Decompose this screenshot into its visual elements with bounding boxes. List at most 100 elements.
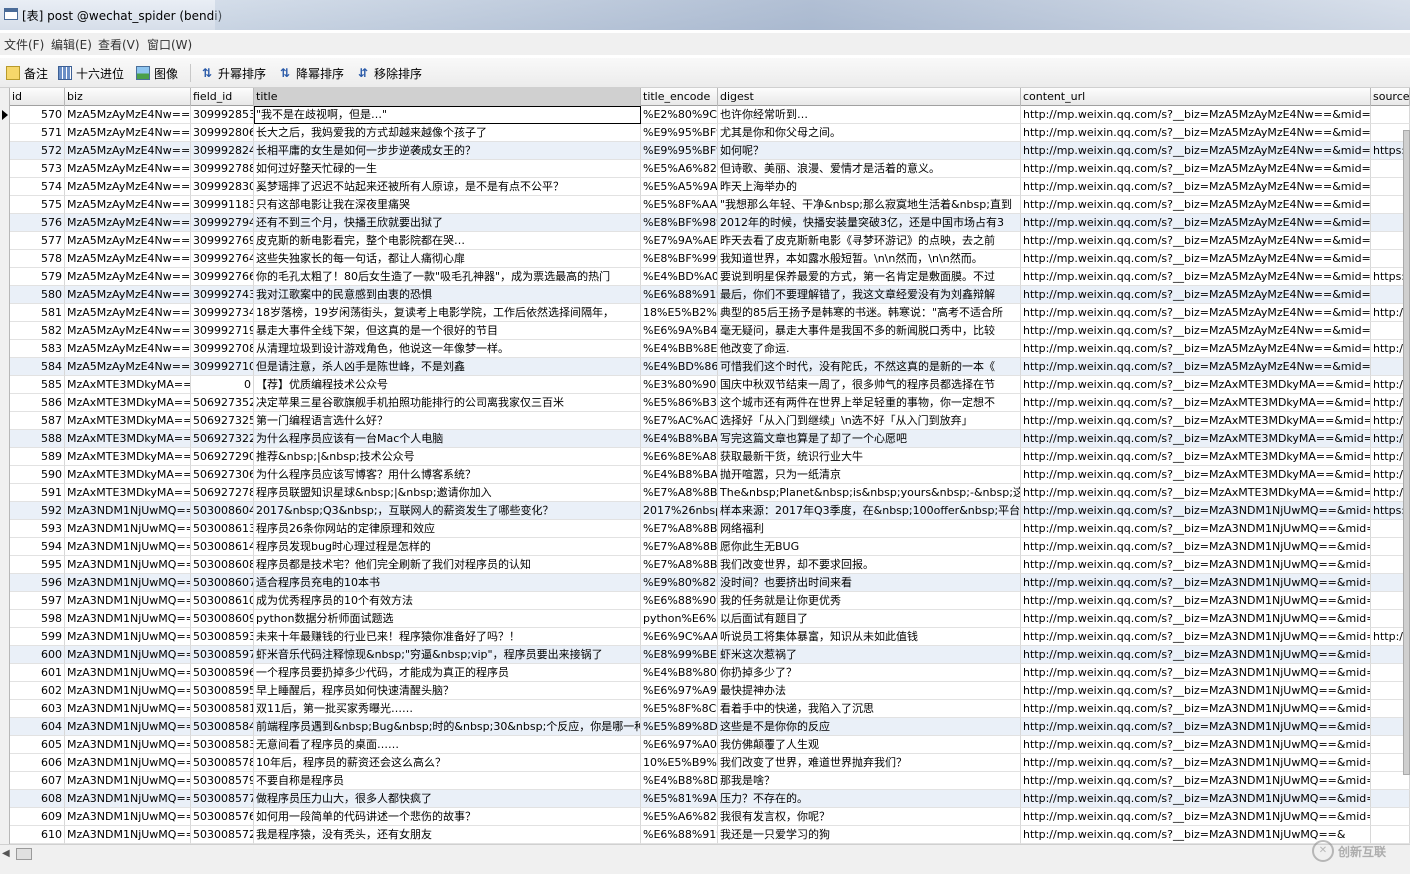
cell-id[interactable]: 578 bbox=[10, 250, 65, 268]
cell-title[interactable]: 为什么程序员应该有一台Mac个人电脑 bbox=[254, 430, 641, 448]
cell-digest[interactable]: 也许你经常听到… bbox=[718, 106, 1021, 124]
cell-biz[interactable]: MzAxMTE3MDkyMA== bbox=[65, 484, 191, 502]
cell-title-encode[interactable]: %E7%9A%AE% bbox=[641, 232, 718, 250]
cell-digest[interactable]: 我们改变了世界，难道世界抛弃我们？ bbox=[718, 754, 1021, 772]
column-header-id[interactable]: id bbox=[10, 88, 65, 106]
cell-field-id[interactable]: 503008608 bbox=[191, 556, 254, 574]
current-row-indicator-icon[interactable] bbox=[0, 106, 10, 124]
cell-title[interactable]: 2017&nbsp;Q3&nbsp;，互联网人的薪资发生了哪些变化？ bbox=[254, 502, 641, 520]
cell-content-url[interactable]: http://mp.weixin.qq.com/s?__biz=MzA3NDM1… bbox=[1021, 610, 1371, 628]
cell-digest[interactable]: 最后，你们不要理解错了，我这文章经爱没有为刘鑫辩解 bbox=[718, 286, 1021, 304]
cell-id[interactable]: 573 bbox=[10, 160, 65, 178]
cell-content-url[interactable]: http://mp.weixin.qq.com/s?__biz=MzA5MzAy… bbox=[1021, 142, 1371, 160]
cell-digest[interactable]: 我很有发言权，你呢？ bbox=[718, 808, 1021, 826]
menu-edit[interactable]: 编辑(E) bbox=[51, 36, 92, 53]
cell-title[interactable]: 不要自称是程序员 bbox=[254, 772, 641, 790]
cell-id[interactable]: 605 bbox=[10, 736, 65, 754]
cell-title-encode[interactable]: %E3%80%90% bbox=[641, 376, 718, 394]
cell-digest[interactable]: 选择好「从入门到继续」\n选不好「从入门到放弃」 bbox=[718, 412, 1021, 430]
cell-id[interactable]: 607 bbox=[10, 772, 65, 790]
cell-title[interactable]: 适合程序员充电的10本书 bbox=[254, 574, 641, 592]
row-selector[interactable] bbox=[0, 412, 10, 430]
cell-title[interactable]: 暴走大事件全线下架，但这真的是一个很好的节目 bbox=[254, 322, 641, 340]
cell-title-encode[interactable]: %E5%A6%82% bbox=[641, 808, 718, 826]
cell-id[interactable]: 577 bbox=[10, 232, 65, 250]
row-selector[interactable] bbox=[0, 610, 10, 628]
cell-title[interactable]: 我是程序猿，没有秃头，还有女朋友 bbox=[254, 826, 641, 844]
cell-digest[interactable]: 我们改变世界，却不要求回报。 bbox=[718, 556, 1021, 574]
column-header-digest[interactable]: digest bbox=[718, 88, 1021, 106]
cell-digest[interactable]: 样本来源：2017年Q3季度，在&nbsp;100offer&nbsp;平台参 bbox=[718, 502, 1021, 520]
cell-title[interactable]: 程序员都是技术宅？他们完全刷新了我们对程序员的认知 bbox=[254, 556, 641, 574]
cell-id[interactable]: 589 bbox=[10, 448, 65, 466]
cell-title-encode[interactable]: %E9%95%BF% bbox=[641, 142, 718, 160]
cell-id[interactable]: 601 bbox=[10, 664, 65, 682]
cell-id[interactable]: 571 bbox=[10, 124, 65, 142]
row-selector[interactable] bbox=[0, 142, 10, 160]
row-selector[interactable] bbox=[0, 178, 10, 196]
cell-id[interactable]: 610 bbox=[10, 826, 65, 844]
cell-biz[interactable]: MzA3NDM1NjUwMQ== bbox=[65, 790, 191, 808]
cell-title[interactable]: 你的毛孔太粗了！80后女生造了一款"吸毛孔神器"，成为票选最高的热门 bbox=[254, 268, 641, 286]
cell-title-encode[interactable]: 2017%26nbsp bbox=[641, 502, 718, 520]
table-row[interactable]: 574 MzA5MzAyMzE4Nw== 309992830 奚梦瑶摔了迟迟不站起来还… bbox=[0, 178, 1410, 196]
cell-digest[interactable]: 那我是啥？ bbox=[718, 772, 1021, 790]
table-row[interactable]: 576 MzA5MzAyMzE4Nw== 309992794 还有不到三个月，快播王欣… bbox=[0, 214, 1410, 232]
sort-desc-button[interactable]: ⇅ 降幂排序 bbox=[278, 64, 344, 82]
table-row[interactable]: 581 MzA5MzAyMzE4Nw== 309992734 18岁落榜，19岁闲荡街… bbox=[0, 304, 1410, 322]
cell-content-url[interactable]: http://mp.weixin.qq.com/s?__biz=MzA3NDM1… bbox=[1021, 664, 1371, 682]
cell-digest[interactable]: 以后面试有题目了 bbox=[718, 610, 1021, 628]
cell-title[interactable]: 只有这部电影让我在深夜里痛哭 bbox=[254, 196, 641, 214]
cell-field-id[interactable]: 309992794 bbox=[191, 214, 254, 232]
cell-title-encode[interactable]: %E4%BD%86% bbox=[641, 358, 718, 376]
cell-biz[interactable]: MzA5MzAyMzE4Nw== bbox=[65, 124, 191, 142]
cell-title-encode[interactable]: %E8%BF%98% bbox=[641, 214, 718, 232]
table-row[interactable]: 573 MzA5MzAyMzE4Nw== 309992788 如何过好整天忙碌的一生%… bbox=[0, 160, 1410, 178]
cell-field-id[interactable]: 506927290 bbox=[191, 448, 254, 466]
table-row[interactable]: 583 MzA5MzAyMzE4Nw== 309992708 从清理垃圾到设计游戏角色… bbox=[0, 340, 1410, 358]
cell-id[interactable]: 572 bbox=[10, 142, 65, 160]
cell-biz[interactable]: MzAxMTE3MDkyMA== bbox=[65, 466, 191, 484]
cell-biz[interactable]: MzA3NDM1NjUwMQ== bbox=[65, 628, 191, 646]
cell-title[interactable]: 但是请注意，杀人凶手是陈世峰，不是刘鑫 bbox=[254, 358, 641, 376]
cell-title-encode[interactable]: %E8%BF%99% bbox=[641, 250, 718, 268]
table-row[interactable]: 610 MzA3NDM1NjUwMQ== 503008572 我是程序猿，没有秃头，还… bbox=[0, 826, 1410, 844]
row-selector[interactable] bbox=[0, 682, 10, 700]
cell-title[interactable]: 如何用一段简单的代码讲述一个悲伤的故事？ bbox=[254, 808, 641, 826]
cell-field-id[interactable]: 506927278 bbox=[191, 484, 254, 502]
cell-content-url[interactable]: http://mp.weixin.qq.com/s?__biz=MzA5MzAy… bbox=[1021, 322, 1371, 340]
cell-title[interactable]: 为什么程序员应该写博客？用什么博客系统？ bbox=[254, 466, 641, 484]
cell-id[interactable]: 606 bbox=[10, 754, 65, 772]
cell-biz[interactable]: MzA3NDM1NjUwMQ== bbox=[65, 574, 191, 592]
cell-biz[interactable]: MzA3NDM1NjUwMQ== bbox=[65, 646, 191, 664]
cell-source[interactable] bbox=[1371, 808, 1410, 826]
table-row[interactable]: 600 MzA3NDM1NjUwMQ== 503008597 虾米音乐代码注释惊现&n… bbox=[0, 646, 1410, 664]
table-row[interactable]: 596 MzA3NDM1NjUwMQ== 503008607 适合程序员充电的10本书… bbox=[0, 574, 1410, 592]
cell-title-encode[interactable]: %E6%9C%AA% bbox=[641, 628, 718, 646]
cell-digest[interactable]: 获取最新干货，统识行业大牛 bbox=[718, 448, 1021, 466]
table-row[interactable]: 572 MzA5MzAyMzE4Nw== 309992824 长相平庸的女生是如何一步… bbox=[0, 142, 1410, 160]
row-selector[interactable] bbox=[0, 394, 10, 412]
row-selector[interactable] bbox=[0, 574, 10, 592]
cell-title-encode[interactable]: %E5%8F%8C% bbox=[641, 700, 718, 718]
row-selector[interactable] bbox=[0, 700, 10, 718]
row-selector[interactable] bbox=[0, 376, 10, 394]
row-selector[interactable] bbox=[0, 556, 10, 574]
cell-content-url[interactable]: http://mp.weixin.qq.com/s?__biz=MzA3NDM1… bbox=[1021, 502, 1371, 520]
cell-digest[interactable]: 昨天上海举办的 bbox=[718, 178, 1021, 196]
table-row[interactable]: 586 MzAxMTE3MDkyMA== 506927352 决定苹果三星谷歌旗舰手机… bbox=[0, 394, 1410, 412]
cell-id[interactable]: 576 bbox=[10, 214, 65, 232]
menu-view[interactable]: 查看(V) bbox=[98, 36, 140, 53]
cell-digest[interactable]: 听说员工将集体暴富，知识从未如此值钱 bbox=[718, 628, 1021, 646]
table-row[interactable]: 590 MzAxMTE3MDkyMA== 506927306 为什么程序员应该写博客？… bbox=[0, 466, 1410, 484]
cell-content-url[interactable]: http://mp.weixin.qq.com/s?__biz=MzA3NDM1… bbox=[1021, 718, 1371, 736]
cell-title[interactable]: 成为优秀程序员的10个有效方法 bbox=[254, 592, 641, 610]
cell-field-id[interactable]: 503008614 bbox=[191, 538, 254, 556]
cell-id[interactable]: 586 bbox=[10, 394, 65, 412]
cell-title[interactable]: 长大之后，我妈爱我的方式却越来越像个孩子了 bbox=[254, 124, 641, 142]
column-header-content-url[interactable]: content_url bbox=[1021, 88, 1371, 106]
cell-digest[interactable]: 压力？不存在的。 bbox=[718, 790, 1021, 808]
cell-biz[interactable]: MzA5MzAyMzE4Nw== bbox=[65, 196, 191, 214]
table-row[interactable]: 591 MzAxMTE3MDkyMA== 506927278 程序员联盟知识星球&nb… bbox=[0, 484, 1410, 502]
cell-id[interactable]: 575 bbox=[10, 196, 65, 214]
